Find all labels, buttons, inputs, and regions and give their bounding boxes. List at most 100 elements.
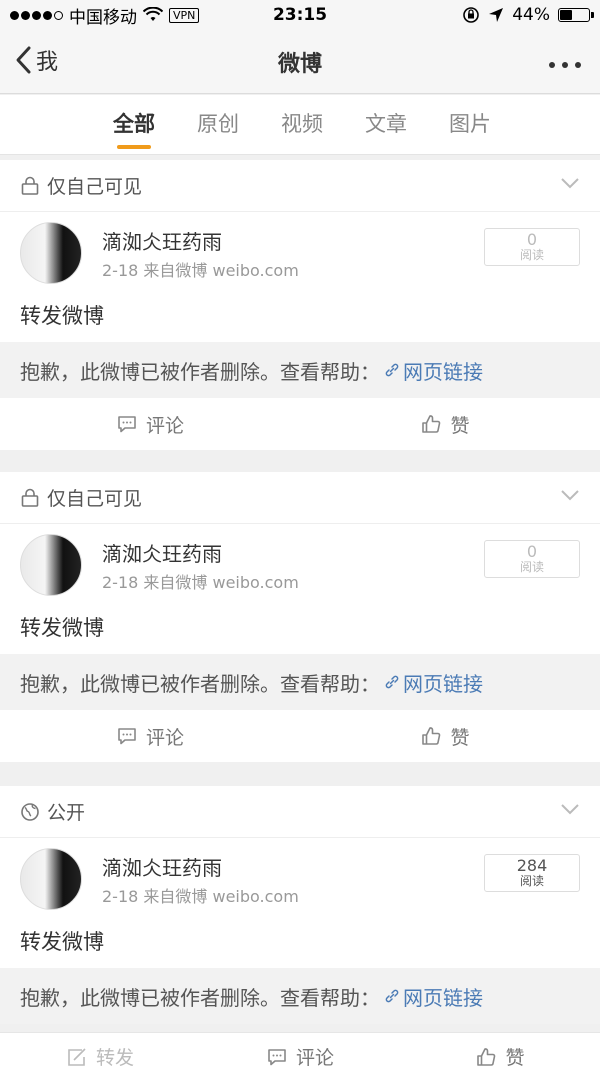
like-button[interactable]: 赞 <box>300 723 590 750</box>
more-dots-icon <box>549 62 581 68</box>
read-label: 阅读 <box>519 248 544 263</box>
help-link-label: 网页链接 <box>403 671 483 696</box>
vpn-badge: VPN <box>169 7 200 23</box>
post-header: 滴洳仌玨药雨 2-18 来自微博 weibo.com 284 阅读 <box>0 838 600 920</box>
link-icon <box>385 989 399 1003</box>
more-options-button[interactable] <box>548 50 582 75</box>
status-bar: 中国移动 VPN 23:15 44% <box>0 0 600 30</box>
lock-icon <box>21 176 39 195</box>
post-text: 转发微博 <box>20 304 104 328</box>
tab-picture[interactable]: 图片 <box>428 95 512 155</box>
comment-label: 评论 <box>145 414 184 437</box>
like-label: 赞 <box>450 414 470 437</box>
comment-button[interactable]: 评论 <box>0 723 300 750</box>
repost-label: 转发 <box>95 1047 134 1066</box>
post-meta: 2-18 来自微博 weibo.com <box>102 887 299 906</box>
repost-icon <box>68 1047 86 1066</box>
comment-icon <box>268 1048 286 1065</box>
chevron-down-icon[interactable] <box>560 488 580 502</box>
comment-icon <box>118 416 136 433</box>
help-link-label: 网页链接 <box>403 985 483 1010</box>
tab-all[interactable]: 全部 <box>92 95 176 155</box>
visibility-row: 仅自己可见 <box>0 160 600 212</box>
visibility-row: 公开 <box>0 786 600 838</box>
read-count-badge: 0 阅读 <box>484 228 580 266</box>
post-meta: 2-18 来自微博 weibo.com <box>102 261 299 280</box>
tab-original[interactable]: 原创 <box>176 95 260 155</box>
deleted-notice: 抱歉，此微博已被作者删除。查看帮助： 网页链接 <box>0 968 600 1024</box>
link-icon <box>385 675 399 689</box>
user-name[interactable]: 滴洳仌玨药雨 <box>102 226 222 255</box>
comment-button[interactable]: 评论 <box>0 411 300 438</box>
read-label: 阅读 <box>519 874 544 889</box>
post-card: 仅自己可见 滴洳仌玨药雨 2-18 来自微博 weibo.com 0 阅读 转发… <box>0 160 600 450</box>
avatar[interactable] <box>20 848 82 910</box>
battery-icon <box>558 8 594 22</box>
battery-percent: 44% <box>512 5 550 25</box>
deleted-notice-text: 抱歉，此微博已被作者删除。查看帮助： <box>20 985 380 1010</box>
repost-button[interactable]: 转发 <box>0 1043 200 1066</box>
chevron-down-icon[interactable] <box>560 176 580 190</box>
comment-label: 评论 <box>295 1047 334 1066</box>
help-link[interactable]: 网页链接 <box>384 982 483 1011</box>
post-header: 滴洳仌玨药雨 2-18 来自微博 weibo.com 0 阅读 <box>0 212 600 294</box>
lock-icon <box>21 488 39 507</box>
comment-button[interactable]: 评论 <box>200 1043 400 1066</box>
navigation-bar: 我 微博 <box>0 30 600 94</box>
help-link-label: 网页链接 <box>403 359 483 384</box>
status-time: 23:15 <box>272 5 328 25</box>
link-icon <box>385 363 399 377</box>
read-count-badge: 0 阅读 <box>484 540 580 578</box>
help-link[interactable]: 网页链接 <box>384 668 483 697</box>
post-card: 仅自己可见 滴洳仌玨药雨 2-18 来自微博 weibo.com 0 阅读 转发… <box>0 472 600 762</box>
back-label: 我 <box>36 50 59 75</box>
carrier-name: 中国移动 <box>69 7 137 28</box>
rotation-lock-icon <box>463 7 480 23</box>
visibility-label: 仅自己可见 <box>47 176 143 198</box>
post-card: 公开 滴洳仌玨药雨 2-18 来自微博 weibo.com 284 阅读 转发微… <box>0 786 600 1024</box>
signal-strength-icon <box>10 10 63 20</box>
back-button[interactable]: 我 <box>14 44 58 76</box>
thumbs-up-icon <box>422 727 441 745</box>
read-label: 阅读 <box>519 560 544 575</box>
like-button[interactable]: 赞 <box>300 411 590 438</box>
like-button[interactable]: 赞 <box>400 1043 600 1066</box>
comment-label: 评论 <box>145 726 184 749</box>
read-count: 284 <box>516 856 548 876</box>
post-text: 转发微博 <box>20 930 104 954</box>
like-label: 赞 <box>450 726 470 749</box>
thumbs-up-icon <box>422 415 441 433</box>
thumbs-up-icon <box>477 1047 496 1066</box>
chevron-left-icon <box>16 46 31 74</box>
location-arrow-icon <box>489 8 504 22</box>
avatar[interactable] <box>20 534 82 596</box>
post-text: 转发微博 <box>20 616 104 640</box>
post-actions: 评论 赞 <box>0 710 600 762</box>
post-actions: 转发 评论 赞 <box>0 1032 600 1066</box>
visibility-label: 仅自己可见 <box>47 488 143 510</box>
like-label: 赞 <box>505 1047 525 1066</box>
user-name[interactable]: 滴洳仌玨药雨 <box>102 538 222 567</box>
deleted-notice: 抱歉，此微博已被作者删除。查看帮助： 网页链接 <box>0 342 600 398</box>
chevron-down-icon[interactable] <box>560 802 580 816</box>
page-title: 微博 <box>277 51 322 77</box>
visibility-row: 仅自己可见 <box>0 472 600 524</box>
comment-icon <box>118 728 136 745</box>
read-count: 0 <box>526 542 538 562</box>
user-name[interactable]: 滴洳仌玨药雨 <box>102 852 222 881</box>
deleted-notice-text: 抱歉，此微博已被作者删除。查看帮助： <box>20 671 380 696</box>
read-count: 0 <box>526 230 538 250</box>
help-link[interactable]: 网页链接 <box>384 356 483 385</box>
avatar[interactable] <box>20 222 82 284</box>
read-count-badge: 284 阅读 <box>484 854 580 892</box>
filter-tabs: 全部 原创 视频 文章 图片 <box>0 95 600 155</box>
post-meta: 2-18 来自微博 weibo.com <box>102 573 299 592</box>
post-header: 滴洳仌玨药雨 2-18 来自微博 weibo.com 0 阅读 <box>0 524 600 606</box>
tab-video[interactable]: 视频 <box>260 95 344 155</box>
globe-icon <box>21 802 39 821</box>
visibility-label: 公开 <box>47 802 86 824</box>
wifi-icon <box>143 7 163 21</box>
tab-article[interactable]: 文章 <box>344 95 428 155</box>
deleted-notice-text: 抱歉，此微博已被作者删除。查看帮助： <box>20 359 380 384</box>
post-actions: 评论 赞 <box>0 398 600 450</box>
